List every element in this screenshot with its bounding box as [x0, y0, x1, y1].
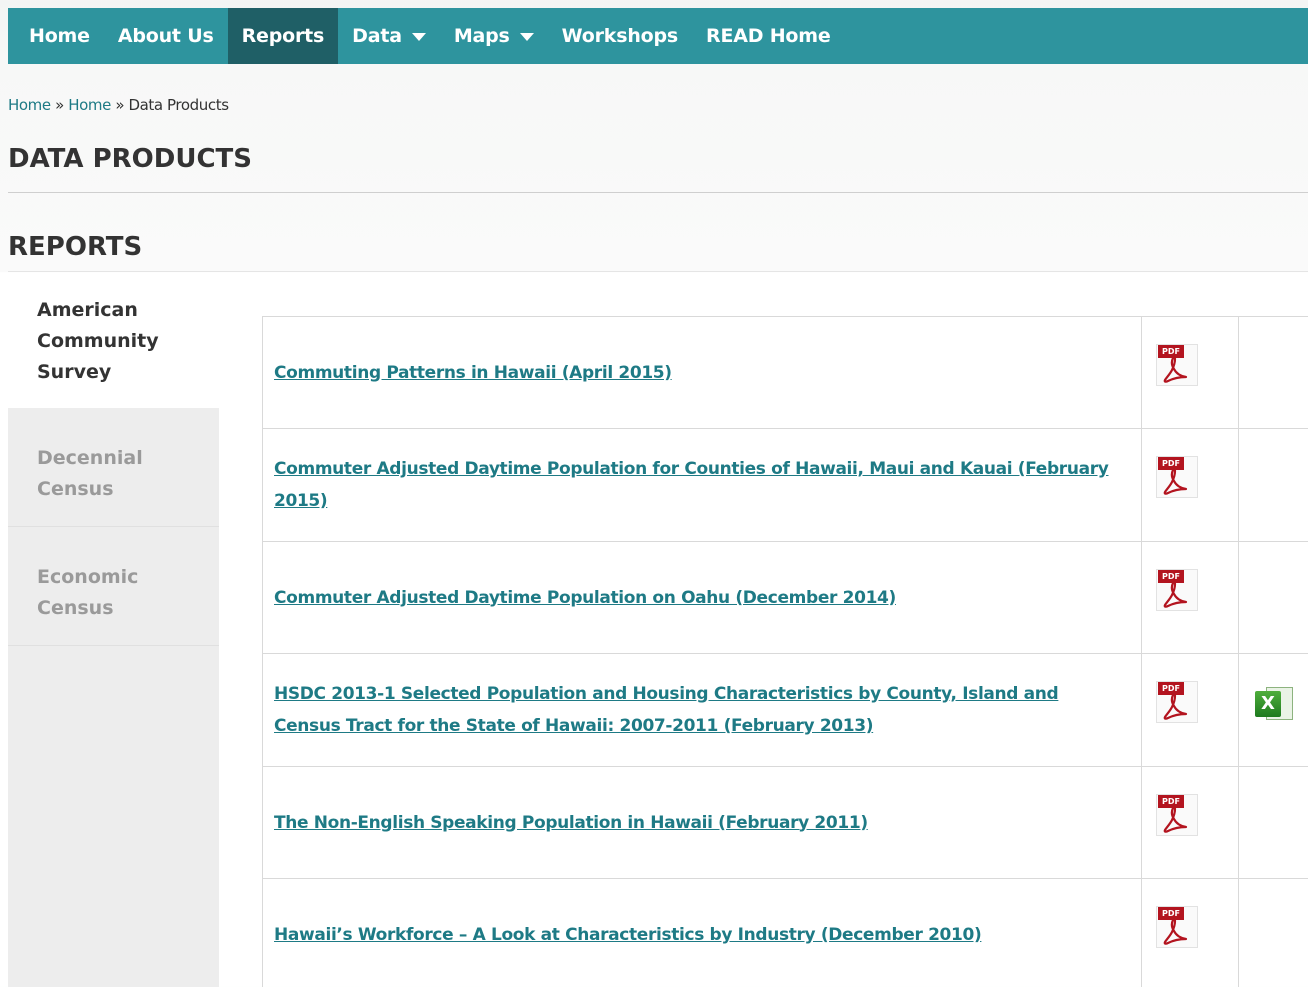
page-title: DATA PRODUCTS	[8, 144, 252, 174]
title-divider	[8, 192, 1308, 193]
excel-icon[interactable]: X	[1252, 684, 1296, 724]
nav-data-label: Data	[352, 25, 402, 47]
pdf-cell: PDF	[1141, 879, 1238, 987]
table-row: Hawaii’s Workforce – A Look at Character…	[262, 879, 1308, 987]
table-row: The Non-English Speaking Population in H…	[262, 767, 1308, 879]
reports-table: Commuting Patterns in Hawaii (April 2015…	[262, 316, 1308, 987]
table-row: Commuter Adjusted Daytime Population on …	[262, 542, 1308, 654]
nav-about-us[interactable]: About Us	[104, 8, 228, 64]
report-link[interactable]: The Non-English Speaking Population in H…	[274, 807, 868, 839]
report-title-cell: HSDC 2013-1 Selected Population and Hous…	[262, 654, 1141, 766]
nav-workshops[interactable]: Workshops	[548, 8, 692, 64]
report-title-cell: Commuting Patterns in Hawaii (April 2015…	[262, 317, 1141, 428]
breadcrumb-separator: »	[55, 96, 69, 114]
pdf-cell: PDF	[1141, 317, 1238, 428]
pdf-cell: PDF	[1141, 767, 1238, 878]
pdf-icon[interactable]: PDF	[1154, 567, 1200, 613]
pdf-icon[interactable]: PDF	[1154, 454, 1200, 500]
xls-cell	[1238, 429, 1308, 541]
xls-cell	[1238, 879, 1308, 987]
top-navigation-bar: Home About Us Reports Data Maps Workshop…	[8, 8, 1308, 64]
pdf-icon[interactable]: PDF	[1154, 342, 1200, 388]
report-title-cell: Commuter Adjusted Daytime Population for…	[262, 429, 1141, 541]
nav-home[interactable]: Home	[15, 8, 104, 64]
nav-read-home[interactable]: READ Home	[692, 8, 845, 64]
report-link[interactable]: Commuter Adjusted Daytime Population for…	[274, 453, 1130, 517]
report-category-sidebar: American Community Survey Decennial Cens…	[8, 288, 219, 987]
table-row: HSDC 2013-1 Selected Population and Hous…	[262, 654, 1308, 767]
nav-data[interactable]: Data	[338, 8, 440, 64]
report-link[interactable]: Commuting Patterns in Hawaii (April 2015…	[274, 357, 672, 389]
pdf-cell: PDF	[1141, 654, 1238, 766]
pdf-icon[interactable]: PDF	[1154, 904, 1200, 950]
report-title-cell: Hawaii’s Workforce – A Look at Character…	[262, 879, 1141, 987]
breadcrumb-link-home-2[interactable]: Home	[68, 96, 111, 114]
table-row: Commuting Patterns in Hawaii (April 2015…	[262, 317, 1308, 429]
report-link[interactable]: Hawaii’s Workforce – A Look at Character…	[274, 919, 982, 951]
breadcrumb-separator: »	[115, 96, 129, 114]
pdf-icon[interactable]: PDF	[1154, 679, 1200, 725]
nav-maps[interactable]: Maps	[440, 8, 548, 64]
breadcrumb-link-home[interactable]: Home	[8, 96, 51, 114]
pdf-cell: PDF	[1141, 429, 1238, 541]
xls-cell	[1238, 317, 1308, 428]
xls-cell	[1238, 542, 1308, 653]
section-title: REPORTS	[8, 232, 143, 262]
nav-reports[interactable]: Reports	[227, 8, 339, 64]
pdf-cell: PDF	[1141, 542, 1238, 653]
pdf-icon[interactable]: PDF	[1154, 792, 1200, 838]
xls-cell	[1238, 767, 1308, 878]
xls-cell: X	[1238, 654, 1308, 766]
report-link[interactable]: HSDC 2013-1 Selected Population and Hous…	[274, 678, 1130, 742]
table-row: Commuter Adjusted Daytime Population for…	[262, 429, 1308, 542]
breadcrumb: Home » Home » Data Products	[8, 96, 229, 114]
report-link[interactable]: Commuter Adjusted Daytime Population on …	[274, 582, 896, 614]
section-divider	[8, 271, 1308, 272]
nav-maps-label: Maps	[453, 25, 510, 47]
breadcrumb-current: Data Products	[128, 96, 229, 114]
report-title-cell: The Non-English Speaking Population in H…	[262, 767, 1141, 878]
caret-down-icon	[519, 33, 534, 41]
caret-down-icon	[411, 33, 426, 41]
sidebar-item-american-community-survey[interactable]: American Community Survey	[8, 288, 219, 408]
report-title-cell: Commuter Adjusted Daytime Population on …	[262, 542, 1141, 653]
sidebar-item-decennial-census[interactable]: Decennial Census	[8, 408, 219, 527]
sidebar-item-economic-census[interactable]: Economic Census	[8, 527, 219, 646]
